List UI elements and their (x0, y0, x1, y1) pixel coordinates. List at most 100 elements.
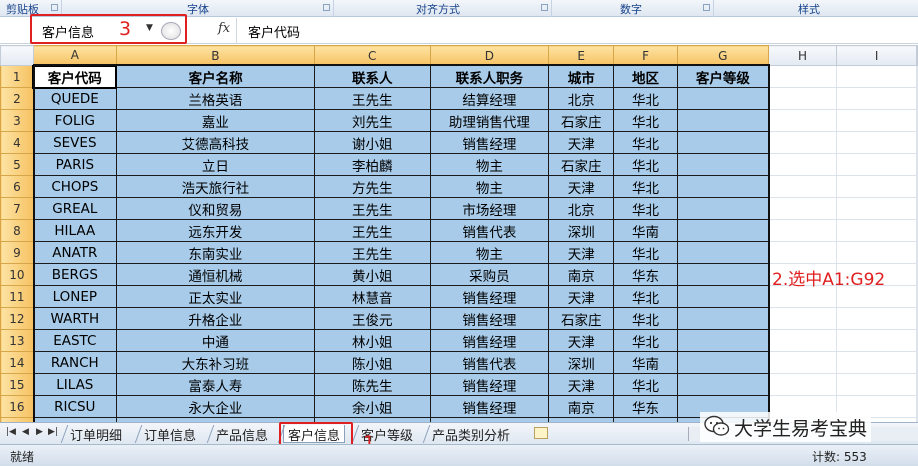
cell[interactable]: 王先生 (313, 87, 431, 110)
empty-cell[interactable] (836, 241, 917, 264)
first-sheet-icon[interactable]: |◀ (6, 427, 16, 437)
cell[interactable]: 华北 (613, 373, 678, 396)
cell[interactable]: 王俊元 (313, 307, 431, 330)
cell[interactable]: 物主 (429, 175, 550, 198)
column-header-h[interactable]: H (767, 45, 838, 66)
sheet-tab[interactable]: 产品信息 (212, 425, 272, 444)
cell[interactable]: 华北 (613, 175, 678, 198)
cell[interactable]: WARTH (32, 307, 117, 330)
insert-function-icon[interactable]: fx (218, 21, 230, 36)
cell[interactable]: 地区 (613, 65, 678, 88)
empty-cell[interactable] (836, 87, 917, 110)
cell[interactable]: 销售经理 (429, 395, 550, 418)
row-header[interactable]: 13 (0, 329, 34, 352)
cell[interactable]: 石家庄 (548, 307, 615, 330)
cell[interactable]: 王先生 (313, 197, 431, 220)
ribbon-group-styles[interactable]: 样式 (714, 0, 918, 17)
empty-cell[interactable] (916, 175, 918, 198)
cell[interactable]: 联系人 (313, 65, 431, 88)
cell[interactable]: 华南 (613, 219, 678, 242)
cell[interactable]: 远东开发 (115, 219, 315, 242)
column-header-b[interactable]: B (115, 45, 315, 66)
row-header[interactable]: 10 (0, 263, 34, 286)
cell[interactable]: 通恒机械 (115, 263, 315, 286)
column-header-e[interactable]: E (548, 45, 615, 66)
cell[interactable] (676, 153, 769, 176)
cell[interactable] (676, 109, 769, 132)
row-header[interactable]: 2 (0, 87, 34, 110)
row-header[interactable]: 6 (0, 175, 34, 198)
cell[interactable] (676, 351, 769, 374)
cell[interactable]: 华东 (613, 263, 678, 286)
cell[interactable] (676, 329, 769, 352)
cell[interactable]: 销售经理 (429, 329, 550, 352)
row-header[interactable]: 7 (0, 197, 34, 220)
cell[interactable]: 天津 (548, 329, 615, 352)
empty-cell[interactable] (767, 219, 838, 242)
cell[interactable]: 结算经理 (429, 87, 550, 110)
cell[interactable]: 东南实业 (115, 241, 315, 264)
cell[interactable]: 刘先生 (313, 109, 431, 132)
row-header[interactable]: 5 (0, 153, 34, 176)
empty-cell[interactable] (916, 329, 918, 352)
cell[interactable]: 浩天旅行社 (115, 175, 315, 198)
cell[interactable] (676, 263, 769, 286)
empty-cell[interactable] (767, 65, 838, 88)
empty-cell[interactable] (767, 109, 838, 132)
cell[interactable]: 天津 (548, 131, 615, 154)
cell[interactable] (676, 285, 769, 308)
cell[interactable]: 天津 (548, 241, 615, 264)
cell[interactable]: 城市 (548, 65, 615, 88)
column-header-d[interactable]: D (429, 45, 550, 66)
cell[interactable] (676, 373, 769, 396)
sheet-tab[interactable]: 订单明细 (66, 425, 126, 444)
empty-cell[interactable] (916, 241, 918, 264)
dialog-launcher-icon[interactable] (51, 4, 58, 11)
empty-cell[interactable] (916, 373, 918, 396)
cell[interactable]: SEVES (32, 131, 117, 154)
cell[interactable] (676, 131, 769, 154)
row-header[interactable]: 11 (0, 285, 34, 308)
cell[interactable]: 方先生 (313, 175, 431, 198)
cell[interactable]: 华北 (613, 307, 678, 330)
next-sheet-icon[interactable]: ▶ (36, 427, 43, 437)
cell[interactable]: 王先生 (313, 241, 431, 264)
cell[interactable]: 升格企业 (115, 307, 315, 330)
cell[interactable]: 采购员 (429, 263, 550, 286)
cell[interactable]: 王先生 (313, 219, 431, 242)
sheet-tab[interactable]: 产品类别分析 (428, 425, 514, 444)
cell[interactable] (676, 219, 769, 242)
dialog-launcher-icon[interactable] (323, 4, 330, 11)
formula-input[interactable]: 客户代码 (248, 22, 300, 41)
cell[interactable]: 谢小姐 (313, 131, 431, 154)
cell[interactable]: 物主 (429, 241, 550, 264)
cell[interactable]: 销售代表 (429, 351, 550, 374)
empty-cell[interactable] (836, 197, 917, 220)
cell[interactable] (676, 87, 769, 110)
row-header[interactable]: 4 (0, 131, 34, 154)
cell[interactable]: 华北 (613, 87, 678, 110)
cell[interactable]: 天津 (548, 175, 615, 198)
cell[interactable]: 华南 (613, 351, 678, 374)
empty-cell[interactable] (836, 307, 917, 330)
empty-cell[interactable] (767, 197, 838, 220)
ribbon-group-number[interactable]: 数字 (552, 0, 714, 17)
empty-cell[interactable] (916, 65, 918, 88)
empty-cell[interactable] (836, 219, 917, 242)
empty-cell[interactable] (836, 109, 917, 132)
cell[interactable]: 深圳 (548, 351, 615, 374)
cell[interactable]: LONEP (32, 285, 117, 308)
cell[interactable]: 陈小姐 (313, 351, 431, 374)
cell[interactable]: CHOPS (32, 175, 117, 198)
cell[interactable]: EASTC (32, 329, 117, 352)
empty-cell[interactable] (916, 219, 918, 242)
select-all-corner[interactable] (0, 45, 34, 66)
cell[interactable]: 南京 (548, 395, 615, 418)
cell[interactable]: HILAA (32, 219, 117, 242)
cell[interactable]: 华北 (613, 109, 678, 132)
empty-cell[interactable] (916, 263, 918, 286)
cell[interactable]: 林慧音 (313, 285, 431, 308)
empty-cell[interactable] (836, 329, 917, 352)
row-header[interactable]: 14 (0, 351, 34, 374)
cell[interactable]: FOLIG (32, 109, 117, 132)
